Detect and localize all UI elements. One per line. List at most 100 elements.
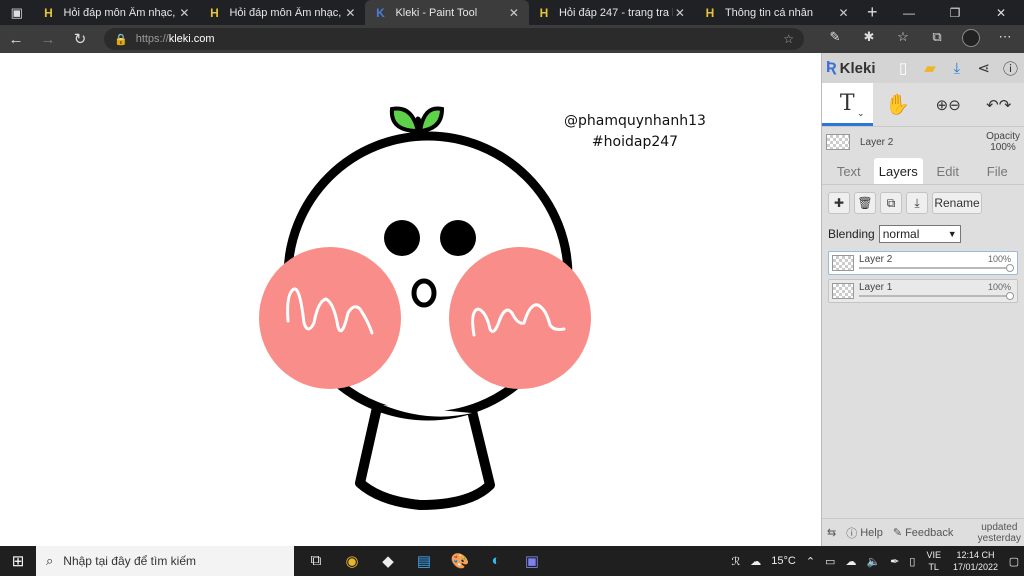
layer-opacity-knob[interactable] [1006,292,1014,300]
clock-date: 17/01/2022 [952,562,998,572]
updated-line2: yesterday [977,532,1021,544]
paint-icon[interactable]: 🎨 [442,552,478,570]
more-menu-icon[interactable]: ⋯ [988,29,1022,50]
zoom-buttons[interactable]: ⊕⊖ [923,83,974,126]
add-layer-button[interactable]: ✚ [828,192,850,214]
feedback-link[interactable]: ✎ Feedback [888,526,959,540]
kleki-logo[interactable]: Ʀ Kleki [826,59,890,77]
blending-value: normal [882,227,920,241]
current-layer-info: Layer 2 Opacity 100% [822,127,1024,157]
merge-layer-icon[interactable]: ⤓ [906,192,928,214]
tab-text[interactable]: Text [824,158,874,184]
new-image-icon[interactable]: ▯ [890,59,917,77]
download-icon[interactable]: ⤓ [943,60,970,77]
windows-start-icon[interactable]: ⊞ [0,552,36,570]
tab-close-icon[interactable]: ✕ [507,6,521,20]
lang-line1: VIE [926,550,941,560]
opacity-value: 100% [990,142,1016,153]
updated-info[interactable]: updated yesterday [978,522,1024,544]
tab-edit[interactable]: Edit [923,158,973,184]
layer-item-layer-2[interactable]: Layer 2 100% [828,251,1018,275]
tab-hoidap-am-nhac-2[interactable]: H Hỏi đáp môn Âm nhạc, Mỹ th ✕ [199,0,365,25]
profile-avatar[interactable] [954,28,988,50]
reload-icon[interactable]: ↻ [64,30,96,48]
layer-thumbnail [832,255,854,271]
weather-icon[interactable]: ☁ [745,555,766,568]
help-circle-icon[interactable]: ⓘ [997,58,1024,79]
tab-thong-tin-ca-nhan[interactable]: H Thông tin cá nhân ✕ [695,0,859,25]
bookmark-star-icon[interactable]: ☆ [783,32,794,46]
text-tool-button[interactable]: T ⌄ [822,83,873,126]
search-icon: ⌕ [46,553,54,568]
chevron-down-icon[interactable]: ⌄ [857,109,865,119]
mouth [411,278,437,308]
tab-label: Thông tin cá nhân [724,6,814,19]
layer-name: Layer 2 [859,254,893,265]
lock-icon[interactable]: 🔒 [114,33,128,46]
undo-redo-buttons[interactable]: ↶↷ [974,83,1024,126]
tool-row: T ⌄ ✋ ⊕⊖ ↶↷ [822,83,1024,127]
chrome-icon[interactable]: ◉ [334,552,370,570]
roblox-icon[interactable]: ◆ [370,552,406,570]
task-view-icon[interactable]: ⧉ [298,552,334,570]
clock[interactable]: 12:14 CH 17/01/2022 [947,549,1004,573]
kleki-logo-icon: Ʀ [826,59,837,76]
address-bar[interactable]: 🔒 https:// kleki.com ☆ [104,28,804,50]
delete-layer-icon[interactable]: 🗑 [854,192,876,214]
swap-sides-icon[interactable]: ⇆ [822,526,841,539]
teams-icon[interactable]: ▣ [514,552,550,570]
show-hidden-icons-icon[interactable]: ⌃ [801,555,820,568]
extension-pen-icon[interactable]: ✎ [818,29,852,50]
restore-icon[interactable]: ❐ [932,0,978,25]
drawing-canvas[interactable]: @phamquynhanh13 #hoidap247 [0,53,821,546]
lang-line2: TL [928,562,939,572]
close-window-icon[interactable]: ✕ [978,0,1024,25]
back-arrow-icon[interactable]: ← [0,31,32,48]
layer-opacity-slider[interactable] [859,267,1011,269]
new-tab-button[interactable]: + [858,0,886,25]
layer-opacity-knob[interactable] [1006,264,1014,272]
pen-icon[interactable]: ✒ [885,555,904,568]
duplicate-layer-icon[interactable]: ⧉ [880,192,902,214]
edge-icon[interactable]: ◐ [478,552,514,570]
blending-select[interactable]: normal ▼ [878,225,961,243]
minimize-icon[interactable]: — [886,0,932,25]
network-icon[interactable]: ▭ [820,555,840,568]
kleki-favicon-icon: K [376,5,385,20]
weather-temp[interactable]: 15°C [766,555,801,567]
collections-icon[interactable]: ⧉ [920,29,954,50]
tab-layers[interactable]: Layers [873,158,923,184]
tab-file[interactable]: File [973,158,1023,184]
cloud-icon[interactable]: ☁ [840,555,861,568]
updated-line1: updated [981,521,1018,533]
tab-close-icon[interactable]: ✕ [343,6,357,20]
help-link[interactable]: ⓘ Help [841,525,888,541]
volume-icon[interactable]: 🔈 [861,555,885,568]
rename-layer-button[interactable]: Rename [932,192,982,214]
people-icon[interactable]: ℛ [726,555,745,568]
tab-hoidap247-tra-loi[interactable]: H Hỏi đáp 247 - trang tra loi ✕ [529,0,695,25]
tab-close-icon[interactable]: ✕ [673,6,687,20]
browser-toolbar: ← → ↻ 🔒 https:// kleki.com ☆ ✎ ✱ ☆ ⧉ ⋯ [0,25,1024,53]
layer-opacity-slider[interactable] [859,295,1011,297]
forward-arrow-icon[interactable]: → [32,31,64,48]
notification-icon[interactable]: ▢ [1004,555,1024,568]
battery-icon[interactable]: ▯ [904,555,920,568]
tab-hoidap-am-nhac-1[interactable]: H Hỏi đáp môn Âm nhạc, Mỹ th ✕ [33,0,199,25]
url-protocol: https:// [135,33,169,45]
store-icon[interactable]: ▤ [406,552,442,570]
tab-close-icon[interactable]: ✕ [177,6,191,20]
extensions-puzzle-icon[interactable]: ✱ [852,29,886,50]
layer-item-layer-1[interactable]: Layer 1 100% [828,279,1018,303]
browser-tab-strip: ▣ H Hỏi đáp môn Âm nhạc, Mỹ th ✕ H Hỏi đ… [0,0,1024,25]
hand-tool-button[interactable]: ✋ [873,83,924,126]
favorites-icon[interactable]: ☆ [886,29,920,50]
share-icon[interactable]: ⋖ [970,59,997,77]
layer-thumbnail [832,283,854,299]
input-language[interactable]: VIE TL [920,549,947,573]
open-folder-icon[interactable]: ▰ [917,59,944,77]
tab-actions-menu-icon[interactable]: ▣ [0,0,33,25]
taskbar-search-box[interactable]: ⌕ Nhập tại đây để tìm kiếm [36,546,294,576]
tab-kleki-paint-tool[interactable]: K Kleki - Paint Tool ✕ [365,0,529,25]
tab-close-icon[interactable]: ✕ [836,6,850,20]
